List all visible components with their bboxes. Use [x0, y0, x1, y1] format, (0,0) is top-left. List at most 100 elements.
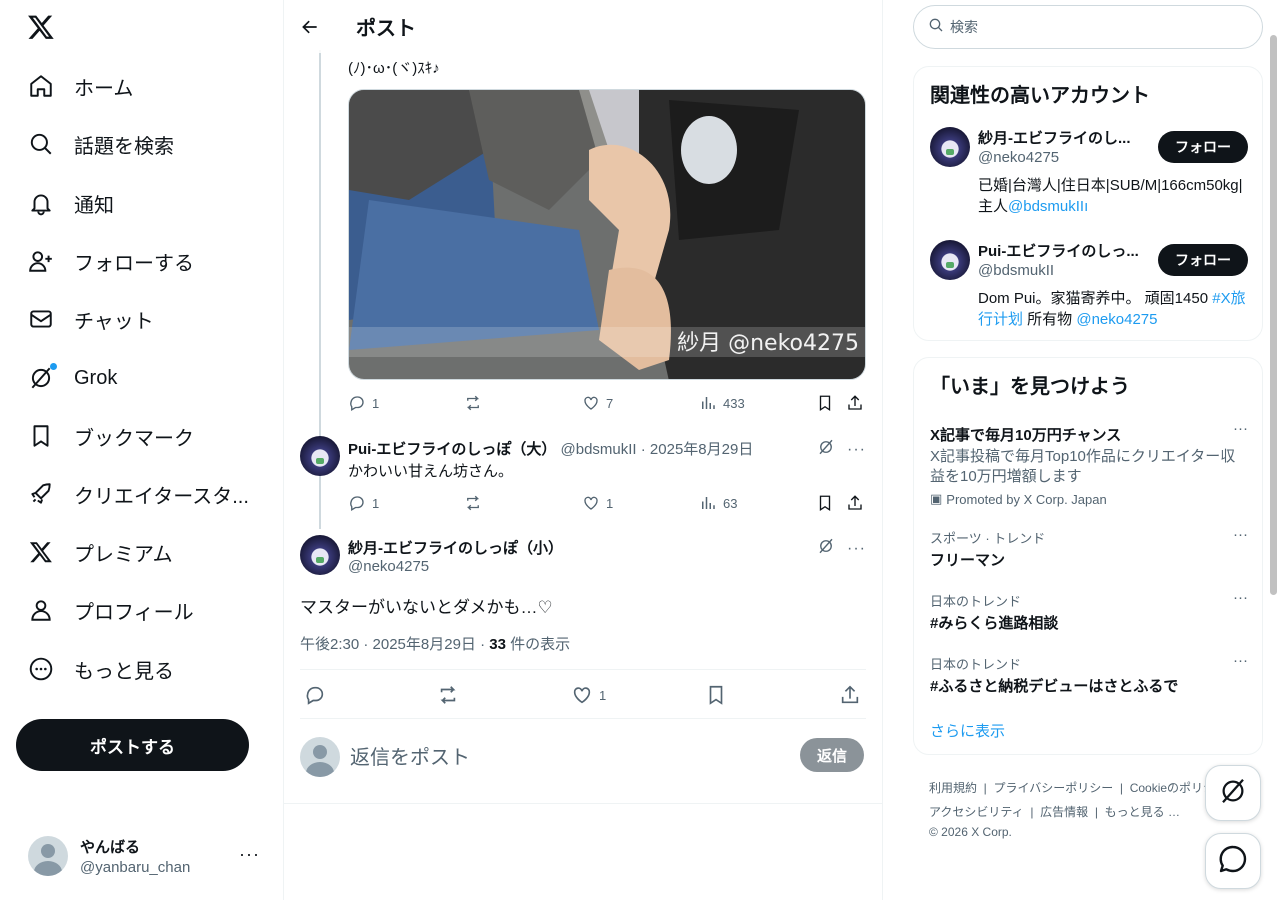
trend-title: フリーマン [930, 552, 1006, 569]
view-count: 433 [723, 395, 745, 411]
reply-button[interactable] [304, 684, 326, 706]
author-name[interactable]: 紗月-エビフライのしっぽ（小） [348, 537, 563, 558]
account-name[interactable]: Pui-エビフライのしっ... [978, 240, 1148, 261]
bookmark-button[interactable] [816, 394, 834, 412]
avatar[interactable] [930, 240, 970, 280]
tweet-text: マスターがいないとダメかも…♡ [300, 598, 553, 617]
footer-link[interactable]: もっと見る … [1105, 805, 1180, 819]
search-input[interactable]: 検索 [913, 5, 1263, 49]
nav-premium[interactable]: プレミアム [16, 527, 185, 577]
bio-link[interactable]: @neko4275 [1076, 311, 1157, 328]
person-add-icon [28, 248, 54, 274]
avatar[interactable] [930, 127, 970, 167]
post-button[interactable]: ポストする [16, 719, 249, 771]
chat-bubble-icon [1217, 843, 1249, 880]
share-button[interactable] [846, 494, 864, 512]
nav-profile[interactable]: プロフィール [16, 585, 206, 635]
bio-link[interactable]: @bdsmukIIı [1008, 198, 1088, 215]
more-icon[interactable]: ··· [1233, 589, 1248, 606]
home-icon [28, 73, 54, 99]
nav-chat[interactable]: チャット [16, 294, 166, 344]
trend-item[interactable]: スポーツ · トレンド フリーマン ··· [930, 526, 1248, 570]
notification-dot [50, 363, 57, 370]
copyright: © 2026 X Corp. [929, 825, 1012, 839]
reply-icon [306, 686, 324, 705]
x-logo-icon[interactable] [26, 12, 56, 42]
reply-button[interactable]: 1 [348, 394, 379, 412]
timestamp[interactable]: 午後2:30 · 2025年8月29日 · [300, 636, 489, 653]
footer-link[interactable]: プライバシーポリシー [993, 781, 1113, 795]
heart-icon [584, 496, 598, 510]
chat-float-button[interactable] [1205, 833, 1261, 889]
grok-icon[interactable] [817, 537, 835, 560]
related-accounts-card: 関連性の高いアカウント 紗月-エビフライのし... @neko4275 已婚|台… [913, 66, 1263, 341]
repost-button[interactable] [464, 394, 482, 412]
tweet-actions: 1 [300, 669, 866, 719]
share-button[interactable] [839, 684, 861, 706]
grok-icon[interactable] [817, 438, 835, 461]
nav-grok[interactable]: Grok [16, 353, 129, 403]
bell-icon [28, 190, 54, 216]
views-button[interactable]: 433 [699, 394, 745, 412]
nav-home[interactable]: ホーム [16, 61, 145, 111]
author-name[interactable]: Pui-エビフライのしっぽ（大） [348, 441, 556, 458]
bookmark-button[interactable] [816, 494, 834, 512]
like-button[interactable]: 1 [571, 684, 606, 706]
more-icon[interactable]: ··· [847, 441, 866, 459]
trend-item[interactable]: 日本のトレンド #みらくら進路相談 ··· [930, 589, 1248, 633]
repost-button[interactable] [437, 684, 459, 706]
share-button[interactable] [846, 394, 864, 412]
account-handle: @yanbaru_chan [80, 859, 191, 876]
footer-link[interactable]: アクセシビリティ [929, 805, 1024, 819]
nav-more[interactable]: もっと見る [16, 644, 186, 694]
nav-explore[interactable]: 話題を検索 [16, 119, 186, 169]
trend-item[interactable]: 日本のトレンド #ふるさと納税デビューはさとふるで ··· [930, 652, 1248, 696]
like-count: 1 [606, 495, 614, 511]
show-more-link[interactable]: さらに表示 [930, 720, 1005, 741]
reply-button[interactable]: 1 [348, 494, 379, 512]
more-icon[interactable]: ··· [1233, 420, 1248, 437]
like-button[interactable]: 7 [582, 394, 613, 412]
search-icon [928, 17, 944, 38]
promoted-trend[interactable]: X記事で毎月10万円チャンス X記事投稿で毎月Top10作品にクリエイター収益を… [930, 420, 1248, 507]
view-count: 63 [723, 495, 738, 511]
grok-float-button[interactable] [1205, 765, 1261, 821]
reply-input[interactable]: 返信をポスト [350, 741, 470, 770]
account-name[interactable]: 紗月-エビフライのし... [978, 127, 1148, 148]
footer-link[interactable]: 利用規約 [929, 781, 977, 795]
avatar[interactable] [300, 436, 340, 476]
tweet-text: (ﾉ)･ω･(ヾ)ｽｷ♪ [348, 60, 440, 77]
views-button[interactable]: 63 [699, 494, 737, 512]
nav-notifications[interactable]: 通知 [16, 178, 126, 228]
bio-text: 所有物 [1023, 311, 1077, 328]
scrollbar[interactable] [1270, 35, 1277, 595]
rocket-icon [28, 481, 54, 507]
follow-button[interactable]: フォロー [1158, 131, 1248, 163]
nav-bookmarks[interactable]: ブックマーク [16, 411, 206, 461]
account-switcher[interactable]: やんばる @yanbaru_chan ··· [16, 826, 272, 886]
card-title: 関連性の高いアカウント [930, 85, 1150, 107]
analytics-icon [702, 397, 715, 409]
reply-button[interactable]: 返信 [800, 738, 864, 772]
nav-creator-studio[interactable]: クリエイタースタ... [16, 469, 261, 519]
reply-count: 1 [372, 395, 380, 411]
repost-button[interactable] [464, 494, 482, 512]
grok-icon [28, 363, 57, 391]
nav-label: ブックマーク [74, 427, 194, 450]
tweet-photo[interactable]: 紗月 @neko4275 [348, 89, 866, 380]
nav-follow[interactable]: フォローする [16, 236, 206, 286]
author-handle[interactable]: @neko4275 [348, 558, 429, 575]
bookmark-button[interactable] [705, 684, 727, 706]
x-logo-icon [28, 539, 54, 565]
more-icon[interactable]: ··· [1233, 526, 1248, 543]
follow-button[interactable]: フォロー [1158, 244, 1248, 276]
account-suggestion[interactable]: 紗月-エビフライのし... @neko4275 已婚|台灣人|住日本|SUB/M… [930, 127, 1248, 217]
more-icon[interactable]: ··· [847, 540, 866, 558]
more-icon[interactable]: ··· [1233, 652, 1248, 669]
account-suggestion[interactable]: Pui-エビフライのしっ... @bdsmukII Dom Pui。家猫寄养中。… [930, 240, 1248, 330]
repost-icon [466, 395, 480, 411]
like-button[interactable]: 1 [582, 494, 613, 512]
avatar[interactable] [300, 535, 340, 575]
footer-link[interactable]: 広告情報 [1040, 805, 1088, 819]
back-arrow-icon[interactable] [300, 17, 320, 37]
